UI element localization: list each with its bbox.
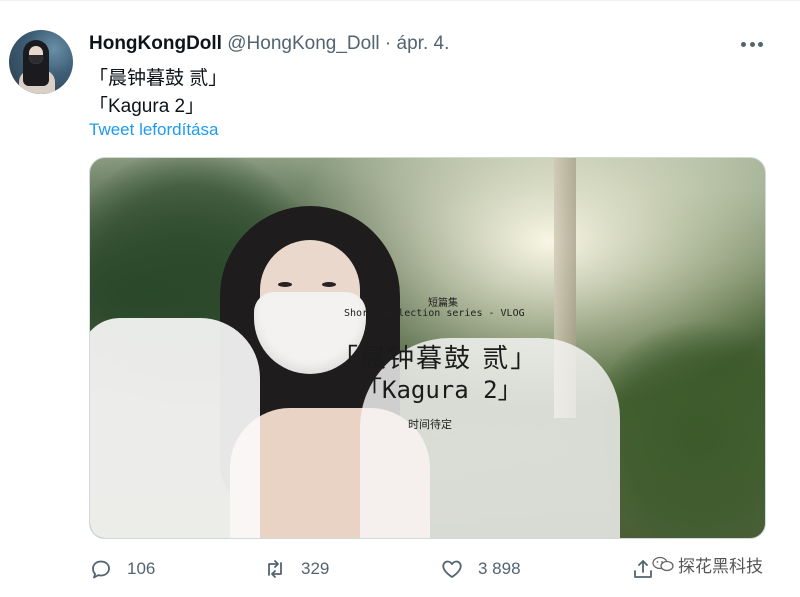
top-divider (0, 0, 800, 1)
retweet-icon (268, 560, 282, 578)
wechat-icon (652, 556, 674, 572)
tweet-text-line-1: 「晨钟暮鼓 贰」 (89, 68, 228, 89)
translate-tweet-link[interactable]: Tweet lefordítása (89, 120, 218, 140)
tweet-date[interactable]: ápr. 4. (397, 33, 450, 54)
overlay-subtitle: 「Kagura 2」 (358, 376, 522, 404)
like-count: 3 898 (478, 559, 521, 578)
user-handle[interactable]: @HongKong_Doll (227, 33, 379, 54)
watermark-text: 探花黑科技 (678, 556, 763, 576)
heart-icon (442, 560, 462, 578)
reply-button[interactable]: 106 (89, 552, 155, 586)
retweet-count: 329 (301, 559, 330, 578)
more-icon[interactable] (741, 42, 763, 48)
watermark: 探花黑科技 (652, 552, 763, 576)
like-button[interactable]: 3 898 (440, 552, 521, 586)
avatar[interactable] (9, 30, 73, 94)
reply-count: 106 (127, 559, 156, 578)
tweet-media-image[interactable]: 短篇集 Short collection series - VLOG 「晨钟暮鼓… (89, 157, 766, 539)
tweet-header: HongKongDoll @HongKong_Doll · ápr. 4. (89, 33, 449, 55)
tweet-text-line-2: 「Kagura 2」 (89, 96, 205, 117)
overlay-date-label: 时间待定 (408, 418, 452, 431)
reply-icon (92, 560, 110, 579)
overlay-series-label: Short collection series - VLOG (344, 308, 525, 319)
display-name[interactable]: HongKongDoll (89, 33, 222, 54)
media-text-overlay: 短篇集 Short collection series - VLOG 「晨钟暮鼓… (90, 158, 765, 538)
overlay-collection-label: 短篇集 (428, 298, 458, 309)
retweet-button[interactable]: 329 (263, 552, 329, 586)
separator-dot: · (384, 33, 392, 54)
